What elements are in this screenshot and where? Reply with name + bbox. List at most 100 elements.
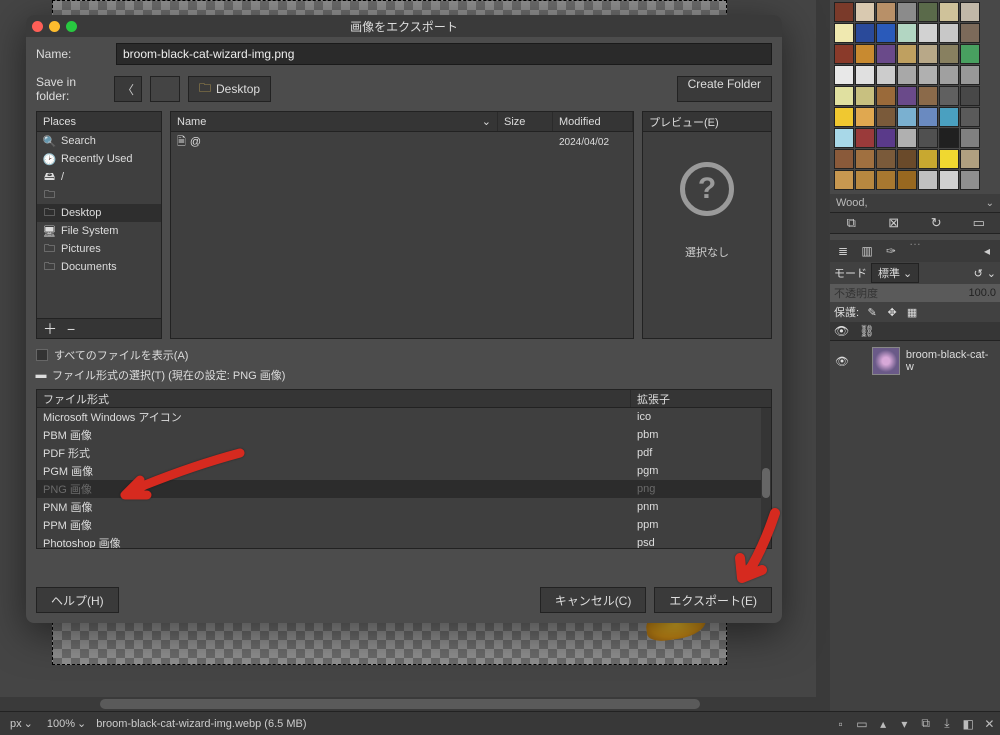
remove-bookmark-button[interactable]: − [67,321,75,337]
swatch[interactable] [939,44,959,64]
swatch[interactable] [855,23,875,43]
swatch[interactable] [939,86,959,106]
places-item[interactable]: 🔍Search [37,132,161,150]
swatch[interactable] [939,128,959,148]
pattern-swatches[interactable] [830,0,1000,194]
move-icon[interactable]: ✥ [885,305,899,319]
swatch[interactable] [855,44,875,64]
filetype-row[interactable]: Photoshop 画像psd [37,534,771,548]
swatch[interactable] [960,86,980,106]
file-type-select-label[interactable]: ファイル形式の選択(T) (現在の設定: PNG 画像) [52,367,285,383]
filetype-row[interactable]: PPM 画像ppm [37,516,771,534]
places-item[interactable]: 🖴/ [37,168,161,186]
swatch[interactable] [918,23,938,43]
swatch[interactable] [918,170,938,190]
swatch-label-row[interactable]: Wood, ⌄ [830,194,1000,212]
layer-item[interactable]: 👁 broom-black-cat-w [834,345,996,377]
swatch[interactable] [876,107,896,127]
swatch[interactable] [939,2,959,22]
unit-dropdown[interactable]: px ⌄ [6,716,37,731]
layer-name[interactable]: broom-black-cat-w [906,349,996,373]
switch-icon[interactable]: ↺ [974,267,983,280]
mode-dropdown[interactable]: 標準⌄ [871,263,919,283]
new-group-icon[interactable]: ▭ [855,717,869,731]
create-folder-button[interactable]: Create Folder [677,76,772,102]
tab-menu-icon[interactable]: ◂ [978,242,996,260]
swatch[interactable] [960,107,980,127]
swatch[interactable] [834,149,854,169]
col-header-modified[interactable]: Modified [553,112,633,131]
swatch[interactable] [918,65,938,85]
swatch[interactable] [918,86,938,106]
swatch[interactable] [939,170,959,190]
swatch[interactable] [897,128,917,148]
panel-grip[interactable] [830,234,1000,240]
merge-icon[interactable]: ⤓ [940,717,954,731]
scrollbar-horizontal[interactable] [0,697,830,711]
swatch[interactable] [897,170,917,190]
opacity-slider[interactable]: 不透明度 100.0 [830,284,1000,302]
refresh-icon[interactable]: ↻ [928,215,944,231]
filetype-row[interactable]: Microsoft Windows アイコンico [37,408,771,426]
swatch[interactable] [918,2,938,22]
swatch[interactable] [834,86,854,106]
swatch[interactable] [876,128,896,148]
swatch[interactable] [834,2,854,22]
layers-tab-icon[interactable]: ≣ [834,242,852,260]
swatch[interactable] [897,2,917,22]
maximize-icon[interactable] [66,21,77,32]
delete-layer-icon[interactable]: ✕ [982,717,996,731]
file-row[interactable]: 🗎@2024/04/02 [171,132,633,152]
places-item[interactable]: 🗀 [37,186,161,204]
swatch[interactable] [918,107,938,127]
filetype-row[interactable]: PNM 画像pnm [37,498,771,516]
visibility-toggle-icon[interactable]: 👁 [834,355,850,368]
brush-icon[interactable]: ✎ [865,305,879,319]
raise-layer-icon[interactable]: ▴ [876,717,890,731]
col-header-name[interactable]: Name ⌄ [171,112,498,131]
swatch[interactable] [855,65,875,85]
path-segment-empty[interactable] [150,76,180,102]
filetype-row[interactable]: PBM 画像pbm [37,426,771,444]
swatch[interactable] [939,65,959,85]
swatch[interactable] [918,149,938,169]
add-bookmark-button[interactable]: ＋ [43,319,57,339]
swatch[interactable] [855,149,875,169]
show-all-checkbox[interactable] [36,349,48,361]
swatch[interactable] [855,107,875,127]
minimize-icon[interactable] [49,21,60,32]
mask-icon[interactable]: ◧ [961,717,975,731]
close-icon[interactable] [32,21,43,32]
duplicate-layer-icon[interactable]: ⧉ [919,717,933,731]
export-button[interactable]: エクスポート(E) [654,587,772,613]
swatch[interactable] [939,149,959,169]
swatch[interactable] [939,23,959,43]
swatch[interactable] [897,86,917,106]
path-crumb-desktop[interactable]: 🗀 Desktop [188,76,271,102]
swatch[interactable] [960,128,980,148]
ft-header-ext[interactable]: 拡張子 [631,390,771,407]
places-item[interactable]: 🕑Recently Used [37,150,161,168]
swatch[interactable] [834,65,854,85]
swatch[interactable] [855,170,875,190]
swatch[interactable] [876,44,896,64]
cancel-button[interactable]: キャンセル(C) [540,587,647,613]
lower-layer-icon[interactable]: ▾ [897,717,911,731]
swatch[interactable] [834,170,854,190]
swatch[interactable] [876,65,896,85]
filename-input[interactable] [116,43,772,65]
swatch[interactable] [876,149,896,169]
places-item[interactable]: 🖥File System [37,222,161,240]
new-layer-icon[interactable]: ▫ [834,717,848,731]
help-button[interactable]: ヘルプ(H) [36,587,119,613]
swatch[interactable] [897,23,917,43]
swatch[interactable] [939,107,959,127]
scrollbar-vertical[interactable] [816,0,830,697]
swatch[interactable] [834,107,854,127]
disclosure-minus-icon[interactable]: ▬ [36,370,46,380]
paths-tab-icon[interactable]: ✑ [882,242,900,260]
channels-tab-icon[interactable]: ▥ [858,242,876,260]
swatch[interactable] [897,44,917,64]
filetype-row[interactable]: PGM 画像pgm [37,462,771,480]
dialog-titlebar[interactable]: 画像をエクスポート [26,15,782,37]
